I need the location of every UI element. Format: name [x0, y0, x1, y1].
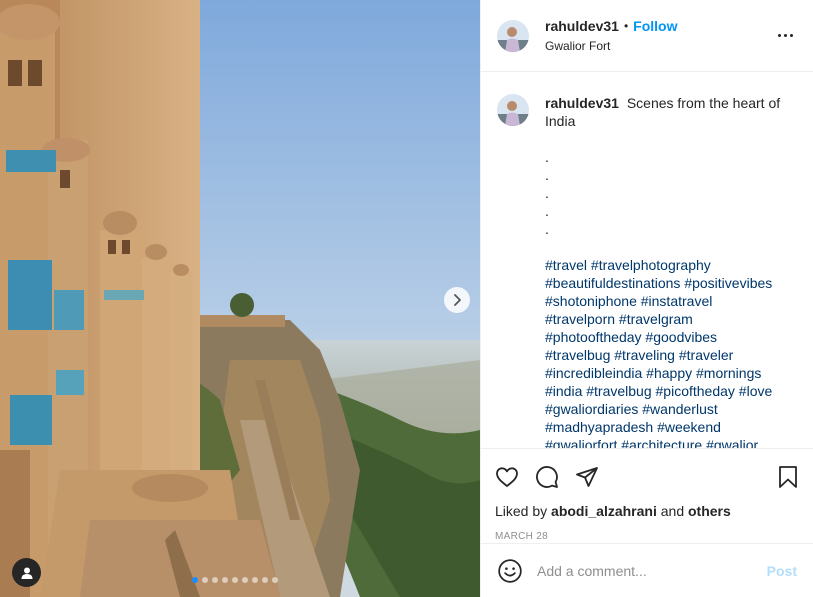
hashtag-line[interactable]: #madhyapradesh #weekend — [545, 418, 797, 436]
caption-dot: . — [545, 203, 549, 219]
post-header: rahuldev31 • Follow Gwalior Fort — [481, 0, 813, 72]
liked-by-prefix: Liked by — [495, 503, 548, 519]
instagram-post: rahuldev31 • Follow Gwalior Fort rahulde… — [0, 0, 813, 597]
post-photo[interactable] — [0, 0, 480, 597]
chevron-right-icon — [454, 294, 461, 306]
carousel-indicator — [192, 577, 278, 583]
share-button[interactable] — [575, 457, 615, 497]
hashtag-line[interactable]: #travel #travelphotography — [545, 256, 797, 274]
share-icon — [576, 467, 598, 487]
hashtag-line[interactable]: #beautifuldestinations #positivevibes — [545, 274, 797, 292]
gwalior-fort-photo — [0, 0, 480, 597]
user-tag-button[interactable] — [12, 558, 41, 587]
avatar[interactable] — [497, 94, 529, 126]
liked-by-joiner: and — [660, 503, 685, 519]
next-photo-button[interactable] — [444, 287, 470, 313]
user-tag-icon — [21, 567, 32, 579]
heart-icon — [496, 467, 518, 487]
caption-dot: . — [545, 149, 549, 165]
carousel-dot — [212, 577, 218, 583]
hashtag-line[interactable]: #india #travelbug #picoftheday #love — [545, 382, 797, 400]
comment-input[interactable] — [537, 562, 767, 579]
carousel-dot — [252, 577, 258, 583]
carousel-dot — [202, 577, 208, 583]
caption-dot: . — [545, 185, 549, 201]
caption-dot: . — [545, 167, 549, 183]
caption-dot: . — [545, 221, 549, 237]
hashtag-line[interactable]: #gwaliorfort #architecture #gwalior — [545, 436, 797, 448]
comment-button[interactable] — [535, 457, 575, 497]
bookmark-icon — [779, 466, 797, 488]
emoji-icon[interactable] — [497, 558, 523, 584]
liked-by-user[interactable]: abodi_alzahrani — [551, 503, 657, 519]
post-side-panel: rahuldev31 • Follow Gwalior Fort rahulde… — [480, 0, 813, 597]
carousel-dot — [262, 577, 268, 583]
save-button[interactable] — [775, 457, 799, 497]
hashtag-line[interactable]: #shotoniphone #instatravel — [545, 292, 797, 310]
like-button[interactable] — [495, 457, 535, 497]
caption: rahuldev31 Scenes from the heart of Indi… — [545, 94, 797, 448]
caption-username[interactable]: rahuldev31 — [545, 95, 619, 111]
post-actions: Liked by abodi_alzahrani and others MARC… — [481, 448, 813, 543]
post-date[interactable]: MARCH 28 — [495, 531, 799, 542]
avatar[interactable] — [497, 19, 529, 52]
carousel-dot — [192, 577, 198, 583]
more-options-button[interactable] — [773, 24, 797, 48]
post-comment-button[interactable]: Post — [767, 563, 797, 579]
liked-by-others[interactable]: others — [688, 503, 731, 519]
carousel-dot — [242, 577, 248, 583]
carousel-dot — [232, 577, 238, 583]
caption-area: rahuldev31 Scenes from the heart of Indi… — [481, 72, 813, 448]
comment-icon — [536, 466, 558, 488]
separator-dot: • — [623, 19, 629, 33]
hashtag-line[interactable]: #travelbug #traveling #traveler — [545, 346, 797, 364]
hashtag-line[interactable]: #travelporn #travelgram — [545, 310, 797, 328]
hashtag-line[interactable]: #gwaliordiaries #wanderlust — [545, 400, 797, 418]
carousel-dot — [222, 577, 228, 583]
follow-button[interactable]: Follow — [633, 18, 677, 34]
location-link[interactable]: Gwalior Fort — [545, 39, 773, 53]
header-username[interactable]: rahuldev31 — [545, 18, 619, 34]
hashtag-line[interactable]: #incredibleindia #happy #mornings — [545, 364, 797, 382]
add-comment-bar: Post — [481, 543, 813, 597]
liked-by-text: Liked by abodi_alzahrani and others — [495, 503, 799, 519]
hashtag-line[interactable]: #photooftheday #goodvibes — [545, 328, 797, 346]
carousel-dot — [272, 577, 278, 583]
